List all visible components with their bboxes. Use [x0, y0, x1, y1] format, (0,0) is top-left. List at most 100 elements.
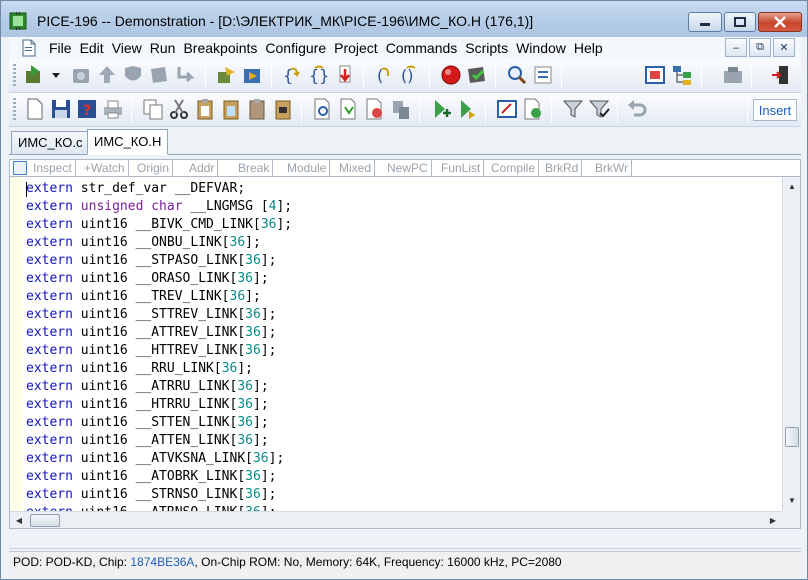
step-out-button[interactable] [333, 63, 357, 87]
code-line[interactable]: extern uint16 __ATRNSO_LINK[36]; [26, 504, 781, 511]
menu-view[interactable]: View [108, 40, 146, 56]
code-line[interactable]: extern uint16 __ONBU_LINK[36]; [26, 234, 781, 252]
addr-button[interactable]: Addr [186, 160, 219, 176]
code-line[interactable]: extern uint16 __STRNSO_LINK[36]; [26, 486, 781, 504]
horizontal-scroll-thumb[interactable] [30, 514, 60, 527]
paste-block-button[interactable] [271, 97, 295, 121]
function-list-button[interactable]: FunList [438, 160, 485, 176]
goto-line-button[interactable] [389, 97, 413, 121]
toolbar-grip[interactable] [13, 64, 16, 88]
mdi-minimize-button[interactable]: – [725, 38, 747, 57]
find-button[interactable] [505, 63, 529, 87]
menu-commands[interactable]: Commands [382, 40, 462, 56]
code-line[interactable]: extern uint16 __TREV_LINK[36]; [26, 288, 781, 306]
break-write-button[interactable]: BrkWr [592, 160, 633, 176]
cpu-window-button[interactable] [643, 63, 667, 87]
tab-imc-ko-c[interactable]: ИМС_КО.c [11, 131, 90, 155]
save-as-button[interactable]: ? [75, 97, 99, 121]
clear-breakpoints-button[interactable] [465, 63, 489, 87]
break-read-button[interactable]: BrkRd [542, 160, 583, 176]
replace-button[interactable] [363, 97, 387, 121]
scroll-down-button[interactable]: ▼ [785, 493, 799, 507]
code-line[interactable]: extern uint16 __STTEN_LINK[36]; [26, 414, 781, 432]
new-pc-button[interactable]: NewPC [384, 160, 432, 176]
stop-button[interactable] [121, 63, 145, 87]
filter-check-button[interactable] [587, 97, 611, 121]
print-button[interactable] [101, 97, 125, 121]
watch-button[interactable] [531, 63, 555, 87]
copy-button[interactable] [141, 97, 165, 121]
paste-special-button[interactable] [219, 97, 243, 121]
menu-configure[interactable]: Configure [261, 40, 330, 56]
title-bar[interactable]: PICE-196 -- Demonstration - [D:\ЭЛЕКТРИК… [1, 1, 807, 37]
find-next-button[interactable] [337, 97, 361, 121]
new-file-button[interactable] [23, 97, 47, 121]
menu-project[interactable]: Project [330, 40, 382, 56]
clear-button[interactable] [245, 97, 269, 121]
load-dropdown-button[interactable] [49, 63, 63, 87]
code-line[interactable]: extern uint16 __STTREV_LINK[36]; [26, 306, 781, 324]
vertical-scrollbar[interactable]: ▲ ▼ [782, 177, 800, 511]
insert-mode-indicator[interactable]: Insert [753, 99, 797, 121]
code-line[interactable]: extern uint16 __RRU_LINK[36]; [26, 360, 781, 378]
maximize-button[interactable] [724, 12, 756, 32]
reset-button[interactable] [69, 63, 93, 87]
menu-help[interactable]: Help [570, 40, 607, 56]
code-text[interactable]: extern str_def_var __DEFVAR; extern unsig… [26, 180, 781, 511]
mdi-close-button[interactable]: ✕ [773, 38, 795, 57]
menu-run[interactable]: Run [146, 40, 180, 56]
mixed-button[interactable]: Mixed [336, 160, 376, 176]
animate-button[interactable]: ( [373, 63, 397, 87]
paste-button[interactable] [193, 97, 217, 121]
halt-button[interactable] [147, 63, 171, 87]
code-line[interactable]: extern uint16 __HTTREV_LINK[36]; [26, 342, 781, 360]
load-program-button[interactable] [23, 63, 47, 87]
menu-edit[interactable]: Edit [76, 40, 108, 56]
emulator-button[interactable] [721, 63, 745, 87]
code-line[interactable]: extern uint16 __ATRRU_LINK[36]; [26, 378, 781, 396]
document-icon[interactable] [21, 39, 37, 57]
mdi-restore-button[interactable]: ⧉ [749, 38, 771, 57]
add-watch-button[interactable]: +Watch [81, 160, 129, 176]
code-line[interactable]: extern uint16 __ATOBRK_LINK[36]; [26, 468, 781, 486]
add-file-button[interactable] [429, 97, 453, 121]
return-button[interactable] [173, 63, 197, 87]
step-into-button[interactable]: { [281, 63, 305, 87]
menu-scripts[interactable]: Scripts [461, 40, 512, 56]
break-button[interactable]: Break [235, 160, 274, 176]
scroll-right-button[interactable]: ▶ [766, 513, 780, 527]
code-line[interactable]: extern uint16 __ATVKSNA_LINK[36]; [26, 450, 781, 468]
vertical-scroll-thumb[interactable] [785, 427, 799, 447]
code-line[interactable]: extern uint16 __HTRRU_LINK[36]; [26, 396, 781, 414]
undo-button[interactable] [625, 97, 649, 121]
horizontal-scrollbar[interactable]: ◀ ▶ [10, 511, 782, 528]
close-button[interactable] [758, 12, 802, 32]
menu-breakpoints[interactable]: Breakpoints [179, 40, 261, 56]
code-line[interactable]: extern uint16 __ATTREV_LINK[36]; [26, 324, 781, 342]
find-in-file-button[interactable] [311, 97, 335, 121]
scroll-left-button[interactable]: ◀ [12, 513, 26, 527]
scroll-up-button[interactable]: ▲ [785, 179, 799, 193]
menu-window[interactable]: Window [512, 40, 570, 56]
properties-button[interactable] [521, 97, 545, 121]
step-back-button[interactable] [95, 63, 119, 87]
cut-button[interactable] [167, 97, 191, 121]
add-folder-button[interactable] [455, 97, 479, 121]
animate-over-button[interactable]: () [399, 63, 423, 87]
save-button[interactable] [49, 97, 73, 121]
go-until-button[interactable] [241, 63, 265, 87]
code-line[interactable]: extern str_def_var __DEFVAR; [26, 180, 781, 198]
code-line[interactable]: extern uint16 __BIVK_CMD_LINK[36]; [26, 216, 781, 234]
exit-button[interactable] [769, 63, 793, 87]
menu-file[interactable]: File [45, 40, 76, 56]
code-line[interactable]: extern uint16 __ATTEN_LINK[36]; [26, 432, 781, 450]
code-line[interactable]: extern uint16 __ORASO_LINK[36]; [26, 270, 781, 288]
inspect-button[interactable]: Inspect [30, 160, 76, 176]
filter-button[interactable] [561, 97, 585, 121]
editor-gutter[interactable] [10, 177, 22, 511]
toolbar-grip[interactable] [13, 98, 16, 122]
breakpoint-button[interactable] [439, 63, 463, 87]
step-over-button[interactable]: {} [307, 63, 331, 87]
minimize-button[interactable] [688, 12, 722, 32]
code-line[interactable]: extern uint16 __STPASO_LINK[36]; [26, 252, 781, 270]
